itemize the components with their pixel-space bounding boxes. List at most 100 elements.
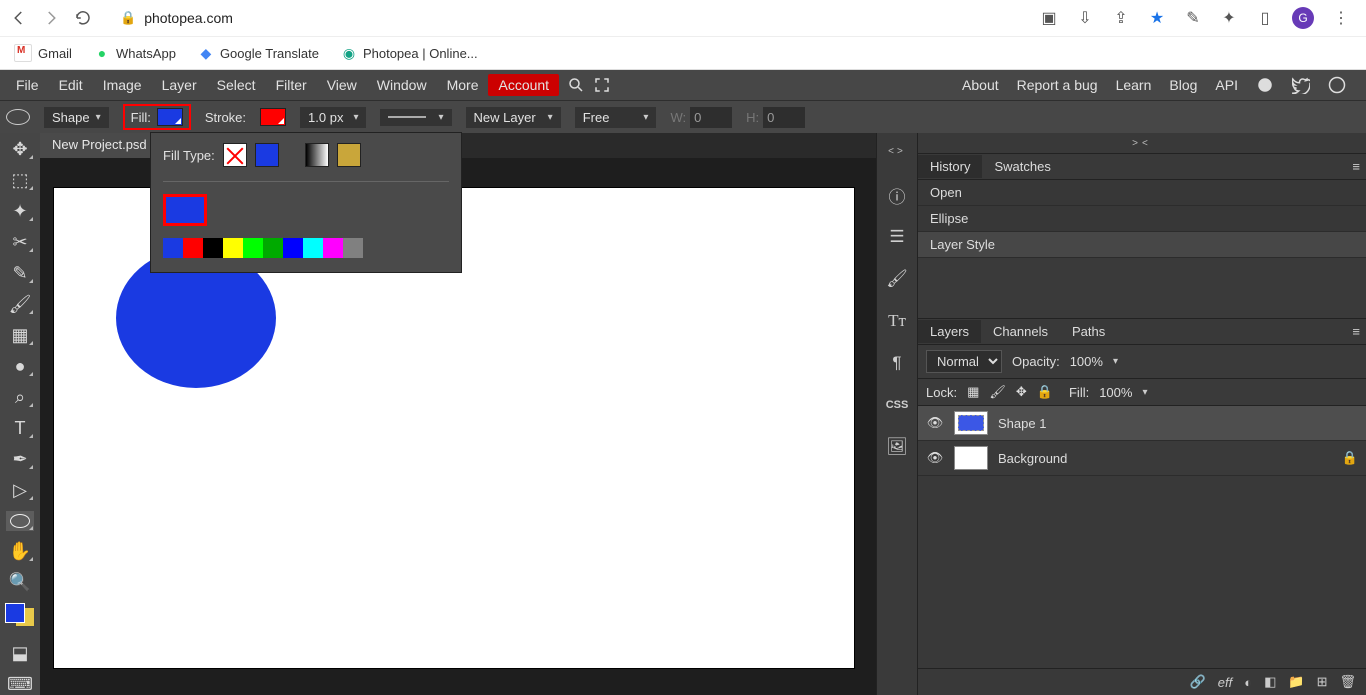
height-input[interactable] <box>763 107 805 128</box>
link-api[interactable]: API <box>1215 77 1238 93</box>
account-button[interactable]: Account <box>488 74 559 96</box>
facebook-icon[interactable] <box>1328 76 1346 94</box>
info-panel-icon[interactable]: ⓘ <box>883 183 911 207</box>
visibility-icon[interactable]: 👁 <box>926 415 944 431</box>
tab-layers[interactable]: Layers <box>918 320 981 343</box>
brush-panel-icon[interactable]: 🖌 <box>883 267 911 291</box>
layer-row[interactable]: 👁 Background 🔒 <box>918 441 1366 476</box>
fill-dropdown-icon[interactable]: ▾ <box>1142 387 1147 398</box>
effects-button[interactable]: eff <box>1218 675 1232 690</box>
tab-paths[interactable]: Paths <box>1060 320 1117 343</box>
opacity-dropdown-icon[interactable]: ▾ <box>1113 356 1118 367</box>
menu-layer[interactable]: Layer <box>152 71 207 99</box>
fullscreen-icon[interactable] <box>593 76 611 94</box>
palette-color[interactable] <box>183 238 203 258</box>
download-icon[interactable]: ⇩ <box>1076 9 1094 27</box>
fill-type-pattern[interactable] <box>337 143 361 167</box>
tool-hand[interactable]: ✋ <box>6 541 34 562</box>
visibility-icon[interactable]: 👁 <box>926 450 944 466</box>
palette-color[interactable] <box>223 238 243 258</box>
link-blog[interactable]: Blog <box>1169 77 1197 93</box>
kebab-menu-icon[interactable]: ⋮ <box>1332 9 1350 27</box>
tool-blur[interactable]: ● <box>6 356 34 377</box>
tool-wand[interactable]: ✦ <box>6 201 34 222</box>
twitter-icon[interactable] <box>1292 76 1310 94</box>
history-item[interactable]: Open <box>918 180 1366 206</box>
layers-menu-icon[interactable]: ≡ <box>1352 324 1360 339</box>
link-about[interactable]: About <box>962 77 999 93</box>
extensions-icon[interactable]: ✦ <box>1220 9 1238 27</box>
stroke-style-select[interactable]: ▾ <box>380 109 451 126</box>
history-menu-icon[interactable]: ≡ <box>1352 159 1360 174</box>
layer-row[interactable]: 👁 Shape 1 <box>918 406 1366 441</box>
menu-more[interactable]: More <box>437 71 489 99</box>
tool-brush[interactable]: 🖌 <box>6 294 34 315</box>
menu-view[interactable]: View <box>317 71 367 99</box>
tab-swatches[interactable]: Swatches <box>982 155 1062 178</box>
document-tab[interactable]: New Project.psd <box>40 133 159 158</box>
blend-mode-select[interactable]: Normal <box>926 350 1002 373</box>
lock-all-icon[interactable]: 🔒 <box>1037 384 1053 400</box>
menu-image[interactable]: Image <box>93 71 152 99</box>
palette-color[interactable] <box>283 238 303 258</box>
tool-gradient[interactable]: ▦ <box>6 325 34 346</box>
palette-color[interactable] <box>343 238 363 258</box>
menu-window[interactable]: Window <box>367 71 437 99</box>
collapse-bar-icon[interactable]: >< <box>918 133 1366 154</box>
star-icon[interactable]: ★ <box>1148 9 1166 27</box>
reddit-icon[interactable] <box>1256 76 1274 94</box>
wand-icon[interactable]: ✎ <box>1184 9 1202 27</box>
opacity-value[interactable]: 100% <box>1070 354 1103 369</box>
history-item[interactable]: Layer Style <box>918 232 1366 258</box>
tab-channels[interactable]: Channels <box>981 320 1060 343</box>
lock-brush-icon[interactable]: 🖌 <box>989 384 1006 400</box>
palette-color[interactable] <box>323 238 343 258</box>
palette-color[interactable] <box>243 238 263 258</box>
fill-type-solid[interactable] <box>255 143 279 167</box>
tool-eyedropper[interactable]: ✎ <box>6 263 34 284</box>
search-icon[interactable] <box>567 76 585 94</box>
stroke-width-input[interactable]: 1.0 px▾ <box>300 107 366 128</box>
lock-move-icon[interactable]: ✥ <box>1016 384 1027 400</box>
menu-select[interactable]: Select <box>207 71 266 99</box>
fill-type-gradient[interactable] <box>305 143 329 167</box>
delete-icon[interactable]: 🗑 <box>1339 674 1356 690</box>
paragraph-panel-icon[interactable]: ¶ <box>883 351 911 375</box>
mask-icon[interactable]: ◐ <box>1244 675 1252 690</box>
tab-history[interactable]: History <box>918 155 982 178</box>
reload-icon[interactable] <box>74 9 92 27</box>
address-bar[interactable]: 🔒 photopea.com <box>106 10 1026 26</box>
collapse-handle-icon[interactable]: <> <box>877 141 917 161</box>
link-learn[interactable]: Learn <box>1116 77 1152 93</box>
palette-color[interactable] <box>263 238 283 258</box>
new-layer-select[interactable]: New Layer▾ <box>466 107 561 128</box>
bookmark-photopea[interactable]: ◉Photopea | Online... <box>341 45 478 61</box>
layer-fill-value[interactable]: 100% <box>1099 385 1132 400</box>
tool-crop[interactable]: ✂ <box>6 232 34 253</box>
palette-color[interactable] <box>303 238 323 258</box>
tool-text[interactable]: T <box>6 418 34 439</box>
back-icon[interactable] <box>10 9 28 27</box>
tool-marquee[interactable]: ⬚ <box>6 170 34 191</box>
palette-color[interactable] <box>163 238 183 258</box>
history-item[interactable]: Ellipse <box>918 206 1366 232</box>
tool-keyboard[interactable]: ⌨ <box>6 674 34 695</box>
tool-dodge[interactable]: ⌕ <box>6 387 34 408</box>
adjustment-icon[interactable]: ◧ <box>1264 674 1276 690</box>
menu-edit[interactable]: Edit <box>49 71 93 99</box>
lock-pixels-icon[interactable]: ▦ <box>967 384 979 400</box>
fill-swatch[interactable] <box>157 108 183 126</box>
stroke-swatch[interactable] <box>260 108 286 126</box>
tool-move[interactable]: ✥ <box>6 139 34 160</box>
side-panel-icon[interactable]: ▯ <box>1256 9 1274 27</box>
folder-icon[interactable]: 📁 <box>1288 674 1304 690</box>
color-swatches[interactable] <box>5 603 35 627</box>
css-panel-icon[interactable]: CSS <box>883 393 911 417</box>
palette-color[interactable] <box>203 238 223 258</box>
width-input[interactable] <box>690 107 732 128</box>
profile-avatar[interactable]: G <box>1292 7 1314 29</box>
tool-path-select[interactable]: ▷ <box>6 480 34 501</box>
menu-filter[interactable]: Filter <box>266 71 317 99</box>
tool-shape[interactable] <box>6 511 34 531</box>
share-icon[interactable]: ⇪ <box>1112 9 1130 27</box>
